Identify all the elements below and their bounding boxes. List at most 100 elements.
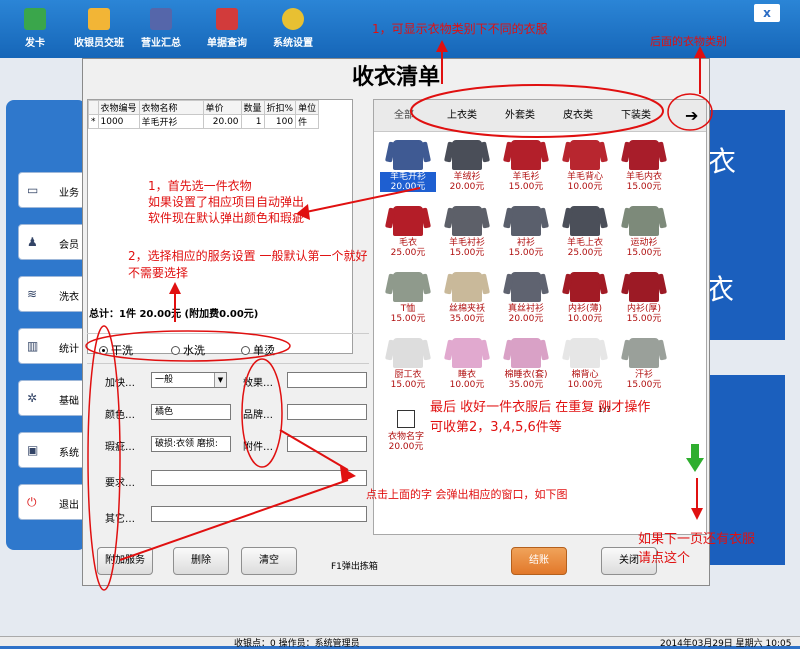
table-row[interactable]: * 1000 羊毛开衫 20.00 1 100 件 xyxy=(88,114,320,129)
attachment-field[interactable] xyxy=(287,436,367,452)
radio-iron-only[interactable]: 单烫 xyxy=(241,342,275,358)
cashier-handover-button[interactable]: 收银员交班 xyxy=(68,8,130,56)
clothing-item[interactable]: 厨工衣 15.00元 xyxy=(380,338,436,398)
defect-field[interactable]: 破损:衣领 磨损: xyxy=(151,436,231,452)
defect-link[interactable]: 瑕疵… xyxy=(105,438,135,453)
color-link[interactable]: 颜色… xyxy=(105,406,135,421)
clothing-item[interactable]: 羊毛衬衫 15.00元 xyxy=(439,206,495,266)
clothing-item[interactable]: 睡衣 10.00元 xyxy=(439,338,495,398)
sidebar-item-label: 洗衣 xyxy=(59,292,79,303)
extra-service-button[interactable]: 附加服务 xyxy=(97,547,153,575)
toolbar-label: 系统设置 xyxy=(273,38,313,49)
next-category-arrow-icon[interactable]: ➔ xyxy=(685,106,698,125)
brand-link[interactable]: 品牌… xyxy=(243,406,273,421)
item-price: 15.00元 xyxy=(626,182,662,192)
clothing-item[interactable]: 运动衫 15.00元 xyxy=(616,206,672,266)
item-price: 20.00元 xyxy=(388,442,424,452)
speed-select[interactable]: 一般 ▼ xyxy=(151,372,227,388)
column-header: 衣物名称 xyxy=(138,100,204,115)
radio-label: 水洗 xyxy=(183,344,205,357)
sidebar-item-basic[interactable]: ✲ 基础 xyxy=(18,380,88,416)
tab-bottoms[interactable]: 下装类 xyxy=(608,100,664,132)
clothing-item[interactable]: 内衫(薄) 10.00元 xyxy=(557,272,613,332)
clothing-item[interactable]: 内衫(厚) 15.00元 xyxy=(616,272,672,332)
speed-link[interactable]: 加快… xyxy=(105,374,135,389)
sidebar-item-label: 基础 xyxy=(59,396,79,407)
delete-button[interactable]: 删除 xyxy=(173,547,229,575)
tab-outerwear[interactable]: 外套类 xyxy=(492,100,548,132)
sidebar-item-member[interactable]: ♟ 会员 xyxy=(18,224,88,260)
annotation-text: 如果下一页还有衣服 xyxy=(638,532,756,547)
clothing-item[interactable]: 棉睡衣(套) 35.00元 xyxy=(498,338,554,398)
clothing-item[interactable]: 羊毛上衣 25.00元 xyxy=(557,206,613,266)
clothing-item[interactable]: 羊毛衫 15.00元 xyxy=(498,140,554,200)
user-icon: ♟ xyxy=(27,235,38,249)
tab-tops[interactable]: 上衣类 xyxy=(434,100,490,132)
requirement-field[interactable] xyxy=(151,470,367,486)
status-bar: 收银点：0 操作员：系统管理员 2014年03月29日 星期六 10:05 xyxy=(0,636,800,649)
clothing-item[interactable]: 羊绒衫 20.00元 xyxy=(439,140,495,200)
issue-card-button[interactable]: 发卡 xyxy=(4,8,66,56)
garment-icon xyxy=(452,338,482,368)
checkout-button[interactable]: 结账 xyxy=(511,547,567,575)
effect-field[interactable] xyxy=(287,372,367,388)
color-value: 橘色 xyxy=(155,407,174,417)
sidebar-item-stats[interactable]: ▥ 统计 xyxy=(18,328,88,364)
clothing-item[interactable]: 棉背心 10.00元 xyxy=(557,338,613,398)
speed-value: 一般 xyxy=(155,375,174,385)
clothes-panel: 全部 上衣类 外套类 皮衣类 下装类 ➔ 羊毛开衫 20.00元 羊绒衫 20.00元… xyxy=(373,99,707,535)
tab-leather[interactable]: 皮衣类 xyxy=(550,100,606,132)
clothing-item[interactable]: 毛衣 25.00元 xyxy=(380,206,436,266)
system-settings-button[interactable]: 系统设置 xyxy=(262,8,324,56)
requirement-link[interactable]: 要求… xyxy=(105,474,135,489)
radio-dot-icon xyxy=(99,346,108,355)
clothing-item[interactable]: 丝棉夹袄 35.00元 xyxy=(439,272,495,332)
annotation-text: 可收第2，3,4,5,6件等 xyxy=(430,420,562,435)
attachment-link[interactable]: 附件… xyxy=(243,438,273,453)
bg-text: 衣 xyxy=(706,273,735,306)
sidebar-item-label: 退出 xyxy=(59,500,79,511)
clothing-item[interactable]: T恤 15.00元 xyxy=(380,272,436,332)
sidebar-item-laundry[interactable]: ≋ 洗衣 xyxy=(18,276,88,312)
clothing-item[interactable]: 衬衫 15.00元 xyxy=(498,206,554,266)
table-cell: * xyxy=(88,114,99,129)
garment-icon xyxy=(511,206,541,236)
tab-all[interactable]: 全部 xyxy=(376,100,432,132)
category-tabs: 全部 上衣类 外套类 皮衣类 下装类 ➔ xyxy=(374,100,706,132)
app-close-button[interactable]: x xyxy=(754,4,780,22)
business-summary-button[interactable]: 营业汇总 xyxy=(130,8,192,56)
clear-button[interactable]: 清空 xyxy=(241,547,297,575)
column-header: 衣物编号 xyxy=(97,100,140,115)
clothing-item[interactable]: 汗衫 15.00元 xyxy=(616,338,672,398)
sidebar-item-exit[interactable]: ⏻ 退出 xyxy=(18,484,88,520)
clothing-item[interactable]: 羊毛内衣 15.00元 xyxy=(616,140,672,200)
toolbar-label: 营业汇总 xyxy=(141,38,181,49)
column-header: 单价 xyxy=(202,100,242,115)
column-header: 数量 xyxy=(240,100,265,115)
building-icon xyxy=(150,8,172,30)
item-name: 羊毛衫 xyxy=(512,172,540,182)
next-page-arrow-icon[interactable] xyxy=(686,444,704,474)
column-header: 折扣% xyxy=(263,100,297,115)
clothing-item[interactable]: 真丝衬衫 20.00元 xyxy=(498,272,554,332)
effect-link[interactable]: 效果… xyxy=(243,374,273,389)
item-price: 35.00元 xyxy=(508,380,544,390)
sidebar-item-business[interactable]: ▭ 业务 xyxy=(18,172,88,208)
clothing-item[interactable]: 羊毛背心 10.00元 xyxy=(557,140,613,200)
item-name: 厨工衣 xyxy=(394,370,422,380)
color-field[interactable]: 橘色 xyxy=(151,404,231,420)
clothing-item-custom[interactable]: 衣物名字 20.00元 xyxy=(378,402,434,462)
clothing-item[interactable]: 羊毛开衫 20.00元 xyxy=(380,140,436,200)
other-link[interactable]: 其它… xyxy=(105,510,135,525)
brand-field[interactable] xyxy=(287,404,367,420)
item-price: 25.00元 xyxy=(567,248,603,258)
other-field[interactable] xyxy=(151,506,367,522)
sidebar-item-label: 业务 xyxy=(59,188,79,199)
item-price: 15.00元 xyxy=(626,248,662,258)
radio-water-wash[interactable]: 水洗 xyxy=(171,342,205,358)
status-right: 2014年03月29日 星期六 10:05 xyxy=(660,639,792,649)
radio-dry-clean[interactable]: 干洗 xyxy=(99,342,133,358)
sidebar-item-system[interactable]: ▣ 系统 xyxy=(18,432,88,468)
order-query-button[interactable]: 单据查询 xyxy=(196,8,258,56)
total-summary: 总计：1件 20.00元 (附加费0.00元) xyxy=(89,309,259,320)
